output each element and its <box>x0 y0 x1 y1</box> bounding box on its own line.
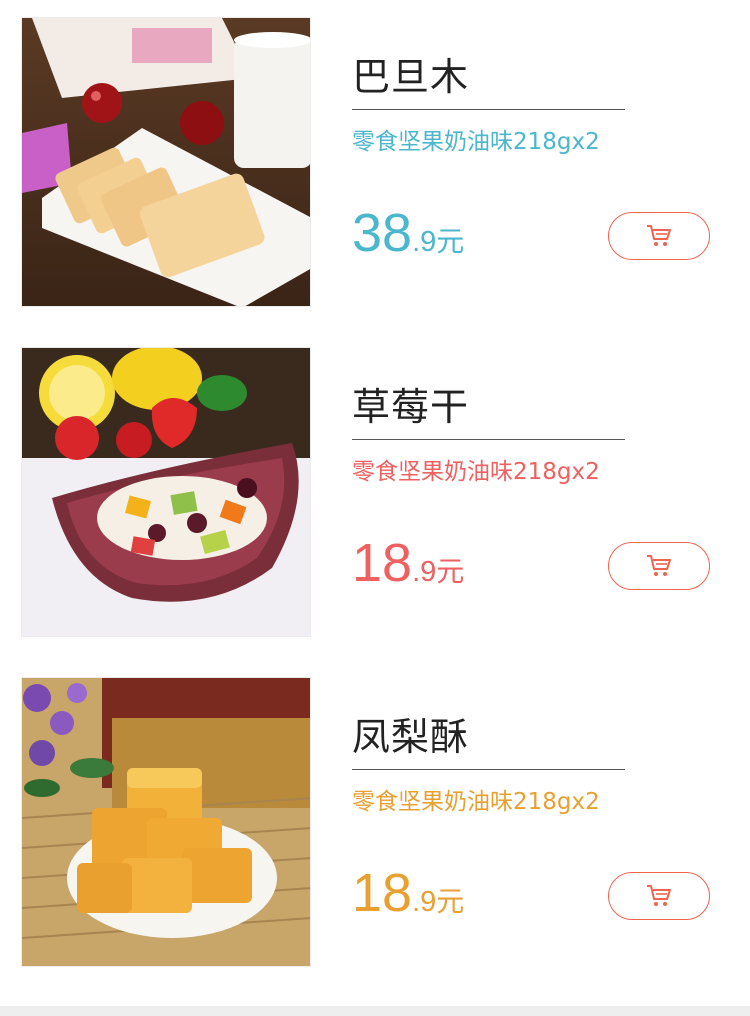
price-unit: 元 <box>436 885 465 918</box>
add-to-cart-button[interactable] <box>608 872 710 920</box>
product-card[interactable]: 草莓干 零食坚果奶油味218gx2 18.9元 <box>0 347 750 637</box>
price-decimal: .9 <box>412 226 437 258</box>
add-to-cart-button[interactable] <box>608 542 710 590</box>
divider <box>352 439 625 440</box>
price-unit: 元 <box>436 225 465 258</box>
product-spec: 零食坚果奶油味218gx2 <box>352 459 600 485</box>
fruit-salad-image <box>22 348 310 636</box>
product-name[interactable]: 巴旦木 <box>352 55 469 99</box>
product-image-pineapple-cake[interactable] <box>21 677 311 967</box>
product-card[interactable]: 凤梨酥 零食坚果奶油味218gx2 18.9元 <box>0 677 750 967</box>
price-decimal: .9 <box>412 886 437 918</box>
product-spec: 零食坚果奶油味218gx2 <box>352 789 600 815</box>
product-name[interactable]: 凤梨酥 <box>352 715 469 759</box>
cart-icon <box>647 555 671 576</box>
product-image-fruit[interactable] <box>21 347 311 637</box>
price-integer: 18 <box>352 533 413 593</box>
biscuit-image <box>22 18 310 306</box>
product-name[interactable]: 草莓干 <box>352 385 469 429</box>
bottom-separator <box>0 1006 750 1016</box>
add-to-cart-button[interactable] <box>608 212 710 260</box>
product-image-biscuit[interactable] <box>21 17 311 307</box>
pineapple-cake-image <box>22 678 310 966</box>
price-integer: 38 <box>352 203 413 263</box>
price-integer: 18 <box>352 863 413 923</box>
product-price: 18.9元 <box>352 533 464 606</box>
cart-icon <box>647 885 671 906</box>
price-decimal: .9 <box>412 556 437 588</box>
price-unit: 元 <box>436 555 465 588</box>
product-card[interactable]: 巴旦木 零食坚果奶油味218gx2 38.9元 <box>0 17 750 307</box>
product-price: 38.9元 <box>352 203 464 276</box>
cart-icon <box>647 225 671 246</box>
divider <box>352 769 625 770</box>
divider <box>352 109 625 110</box>
product-price: 18.9元 <box>352 863 464 936</box>
product-spec: 零食坚果奶油味218gx2 <box>352 129 600 155</box>
